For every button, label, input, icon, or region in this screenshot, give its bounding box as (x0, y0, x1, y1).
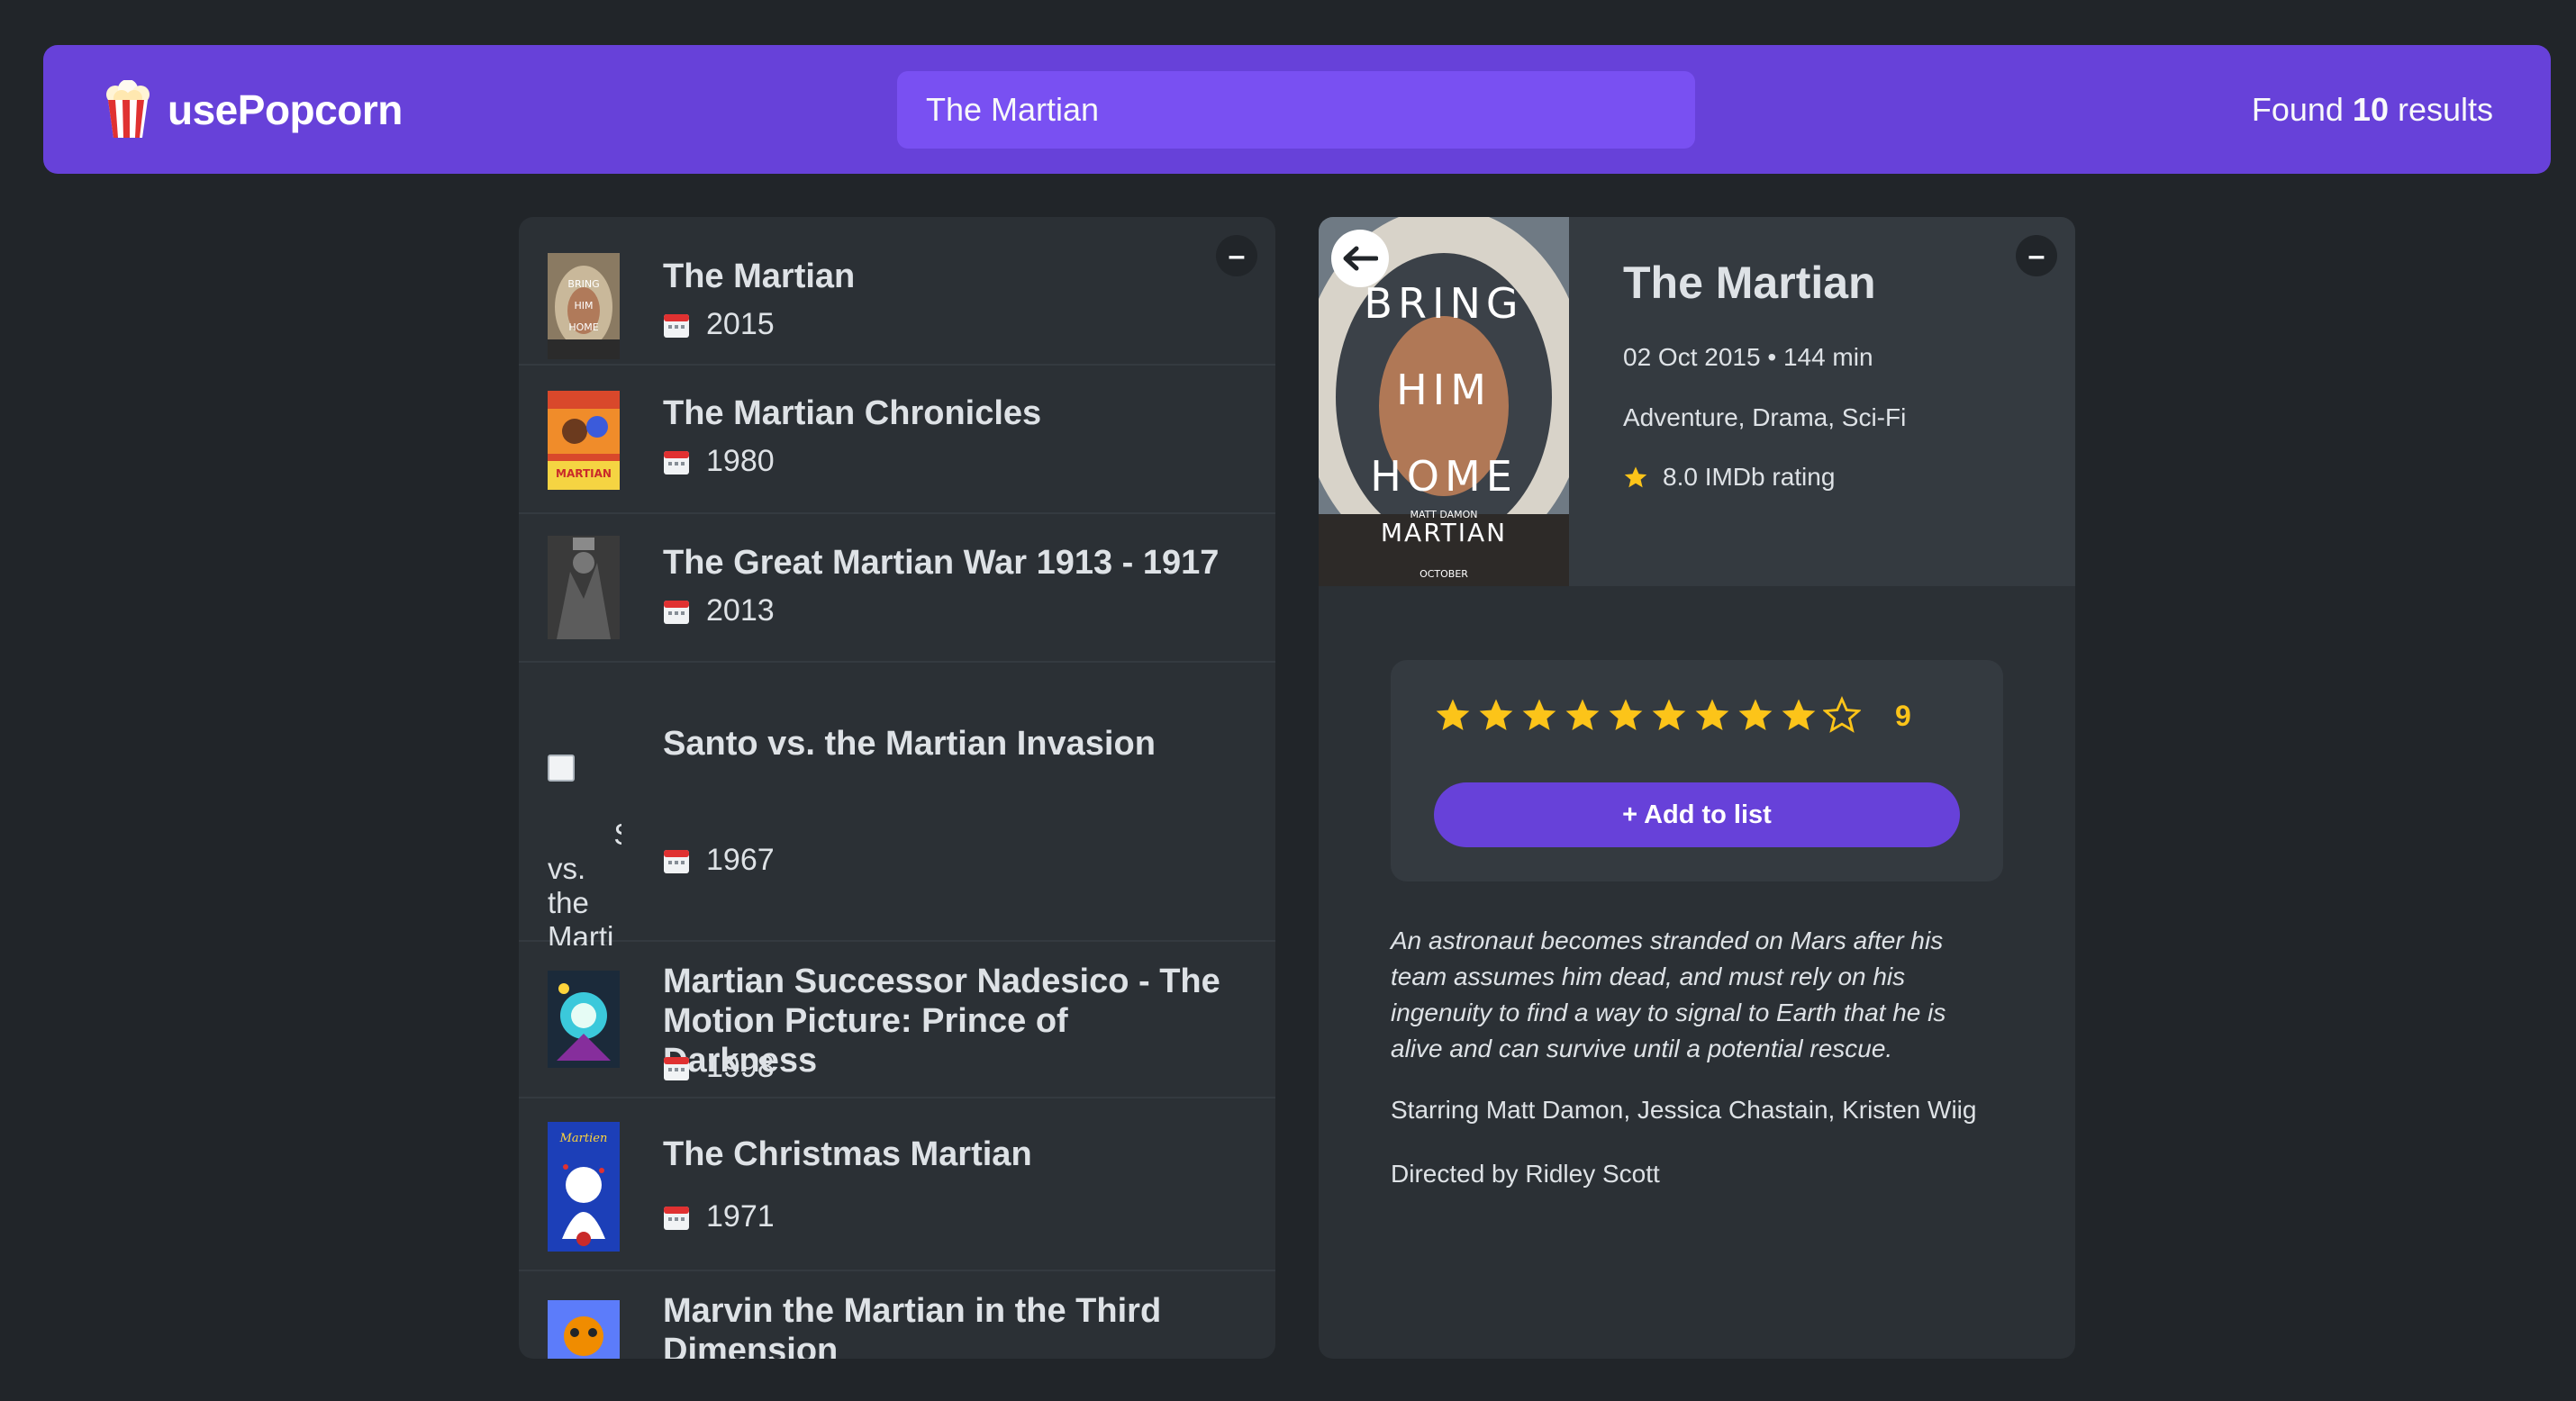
movie-year-value: 1971 (706, 1199, 775, 1234)
list-item[interactable]: Santo vs. the Marti Invasi poste Santo v… (519, 663, 1275, 945)
movie-list[interactable]: BRING HIM HOME The Martian 2015 MARTIAN … (519, 217, 1275, 1359)
starring: Starring Matt Damon, Jessica Chastain, K… (1391, 1096, 1977, 1124)
release-runtime: 02 Oct 2015 • 144 min (1623, 343, 1873, 371)
release-date: 02 Oct 2015 (1623, 343, 1761, 371)
star-filled-icon[interactable] (1737, 696, 1774, 734)
movie-poster (548, 1300, 620, 1359)
list-item[interactable]: Martien The Christmas Martian 1971 (519, 1098, 1275, 1271)
movie-poster: MARTIAN (548, 391, 620, 490)
list-item[interactable]: Marvin the Martian in the Third Dimensio… (519, 1271, 1275, 1359)
svg-text:MARTIAN: MARTIAN (1381, 518, 1507, 547)
movie-poster (548, 971, 620, 1068)
movie-title: The Martian (663, 258, 856, 295)
movie-year-value: 1967 (706, 843, 775, 877)
svg-text:HIM: HIM (574, 300, 593, 312)
calendar-icon (664, 1206, 689, 1230)
arrow-left-icon (1343, 246, 1378, 271)
results-suffix: results (2397, 90, 2493, 128)
runtime: 144 min (1782, 343, 1873, 371)
svg-text:HOME: HOME (568, 321, 598, 333)
rating-panel: 9 + Add to list (1391, 660, 2003, 881)
broken-image-icon (548, 755, 575, 782)
user-rating-value: 9 (1895, 700, 1911, 732)
svg-text:Martien: Martien (559, 1132, 608, 1145)
star-filled-icon[interactable] (1780, 696, 1818, 734)
star-filled-icon[interactable] (1520, 696, 1558, 734)
poster-alt-text: Santo vs. the Marti Invasi poste (548, 818, 621, 945)
movie-title: The Martian (1623, 258, 1876, 308)
search-results-box: – BRING HIM HOME The Martian 2015 MARTIA… (519, 217, 1275, 1359)
svg-text:HOME: HOME (1370, 452, 1518, 501)
movie-year: 1980 (663, 444, 775, 479)
star-filled-icon[interactable] (1693, 696, 1731, 734)
movie-year: 2015 (663, 307, 775, 342)
calendar-icon (664, 313, 689, 338)
star-rating[interactable] (1434, 696, 1861, 734)
star-filled-icon[interactable] (1564, 696, 1601, 734)
movie-year: 1967 (663, 843, 775, 878)
calendar-icon (664, 849, 689, 873)
collapse-details-button[interactable]: – (2016, 235, 2057, 276)
movie-title: The Martian Chronicles (663, 394, 1042, 432)
collapse-list-button[interactable]: – (1216, 235, 1257, 276)
movie-year: 1998 (663, 1050, 775, 1085)
movie-title: Marvin the Martian in the Third Dimensio… (663, 1292, 1162, 1359)
svg-text:BRING: BRING (567, 278, 599, 290)
star-icon (1624, 466, 1647, 488)
movie-title: Santo vs. the Martian Invasion (663, 725, 1156, 763)
calendar-icon (664, 450, 689, 475)
movie-year: 1971 (663, 1199, 775, 1234)
star-filled-icon[interactable] (1607, 696, 1645, 734)
imdb-rating-text: 8.0 IMDb rating (1663, 463, 1836, 491)
movie-year: 2013 (663, 593, 775, 628)
svg-text:HIM: HIM (1396, 366, 1492, 414)
back-button[interactable] (1331, 230, 1389, 287)
movie-year-value: 1980 (706, 444, 775, 478)
movie-year-value: 2013 (706, 593, 775, 628)
movie-details-box: – BRING HIM HOME MATT DAMON MARTIAN OCTO… (1319, 217, 2075, 1359)
director: Directed by Ridley Scott (1391, 1160, 1660, 1188)
star-empty-icon[interactable] (1823, 696, 1861, 734)
star-filled-icon[interactable] (1650, 696, 1688, 734)
calendar-icon (664, 1056, 689, 1080)
genres: Adventure, Drama, Sci-Fi (1623, 403, 1907, 431)
logo-text: usePopcorn (168, 86, 403, 133)
list-item[interactable]: MARTIAN The Martian Chronicles 1980 (519, 366, 1275, 514)
movie-title: The Great Martian War 1913 - 1917 (663, 544, 1220, 582)
movie-title: The Christmas Martian (663, 1135, 1032, 1173)
list-item[interactable]: BRING HIM HOME The Martian 2015 (519, 217, 1275, 366)
search-input[interactable] (897, 71, 1695, 149)
popcorn-icon (103, 78, 153, 140)
movie-poster (548, 536, 620, 639)
star-filled-icon[interactable] (1477, 696, 1515, 734)
imdb-rating: 8.0 IMDb rating (1623, 463, 1835, 492)
movie-poster: BRING HIM HOME (548, 253, 620, 359)
plot: An astronaut becomes stranded on Mars af… (1391, 926, 1946, 1062)
svg-text:MARTIAN: MARTIAN (556, 467, 612, 480)
logo: usePopcorn (103, 45, 403, 174)
calendar-icon (664, 600, 689, 624)
add-to-list-button[interactable]: + Add to list (1434, 782, 1960, 847)
svg-text:BRING: BRING (1364, 279, 1523, 328)
movie-poster: Martien (548, 1122, 620, 1252)
details-header: BRING HIM HOME MATT DAMON MARTIAN OCTOBE… (1319, 217, 2075, 586)
movie-poster-missing: Santo vs. the Marti Invasi poste (548, 686, 621, 945)
svg-text:OCTOBER: OCTOBER (1420, 568, 1468, 580)
results-prefix: Found (2251, 90, 2344, 128)
list-item[interactable]: Martian Successor Nadesico - The Motion … (519, 942, 1275, 1098)
results-count: Found 10 results (2252, 45, 2493, 174)
navbar: usePopcorn Found 10 results (43, 45, 2551, 174)
movie-year-value: 1998 (706, 1050, 775, 1084)
star-filled-icon[interactable] (1434, 696, 1472, 734)
results-number: 10 (2352, 90, 2389, 128)
list-item[interactable]: The Great Martian War 1913 - 1917 2013 (519, 514, 1275, 663)
movie-year-value: 2015 (706, 307, 775, 341)
